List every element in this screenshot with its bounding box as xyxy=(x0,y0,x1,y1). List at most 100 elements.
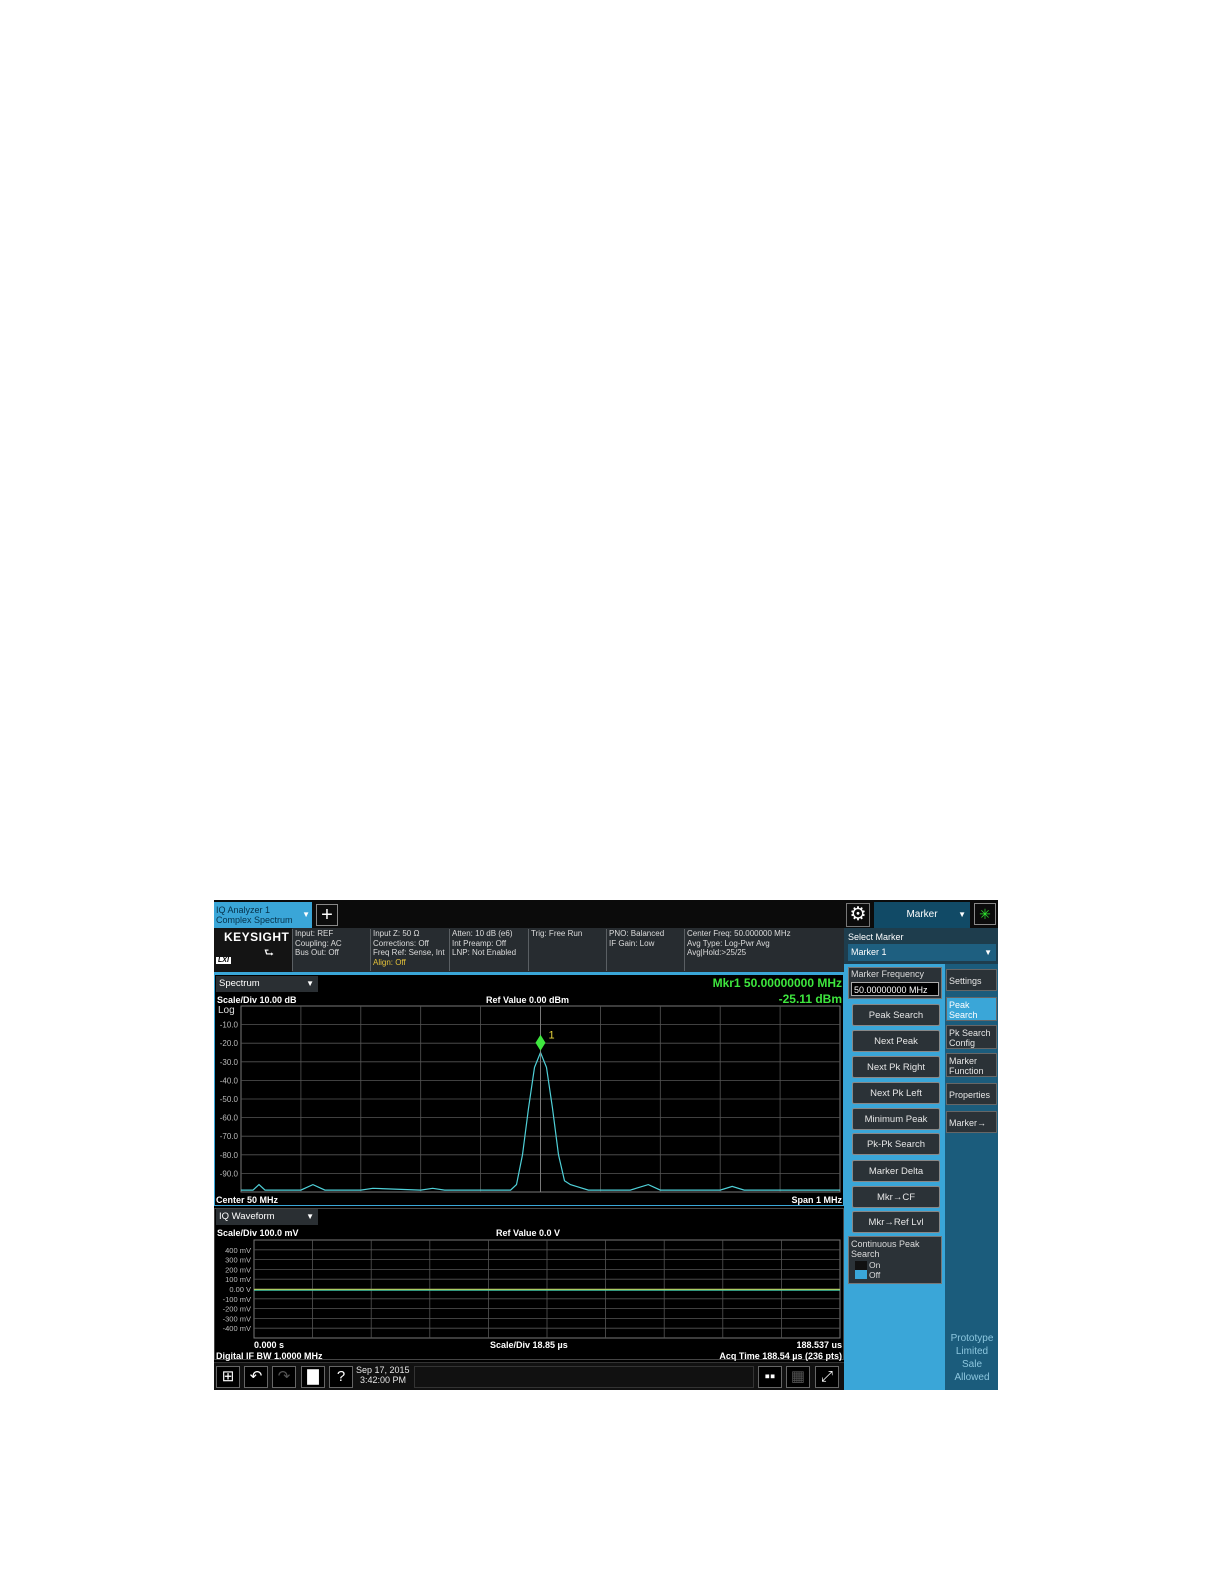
tab-marker-function[interactable]: Marker Function xyxy=(946,1053,997,1077)
menu-select[interactable]: Marker ▼ xyxy=(874,902,970,928)
mkr-cf-button[interactable]: Mkr→CF xyxy=(852,1186,940,1208)
chevron-down-icon: ▼ xyxy=(302,910,310,919)
tab-peak-search[interactable]: Peak Search xyxy=(946,997,997,1021)
spectrum-center: Center 50 MHz xyxy=(216,1195,279,1205)
info-input[interactable]: Input: REF Coupling: AC Bus Out: Off xyxy=(292,929,370,971)
pk-pk-search-button[interactable]: Pk-Pk Search xyxy=(852,1133,940,1155)
tab-title-line1: IQ Analyzer 1 xyxy=(216,905,271,915)
date-time: Sep 17, 2015 3:42:00 PM xyxy=(356,1365,410,1385)
y-tick-label: -40.0 xyxy=(220,1076,239,1085)
info-line: LNP: Not Enabled xyxy=(452,948,517,957)
cps-title-line1: Continuous Peak xyxy=(851,1239,920,1249)
next-pk-right-button[interactable]: Next Pk Right xyxy=(852,1056,940,1078)
waveform-end-time: 188.537 us xyxy=(796,1340,842,1350)
multi-window-icon[interactable]: ▪▪ xyxy=(758,1366,782,1388)
align-status: Align: Off xyxy=(373,957,406,967)
info-line: IF Gain: Low xyxy=(609,938,655,948)
y-tick-label: -30.0 xyxy=(220,1058,239,1067)
remote-icon: ⮑ xyxy=(264,947,274,959)
y-tick-label: -50.0 xyxy=(220,1095,239,1104)
info-pno[interactable]: PNO: Balanced IF Gain: Low xyxy=(606,929,684,971)
continuous-peak-search-toggle[interactable]: Continuous Peak Search On Off xyxy=(848,1236,942,1284)
y-tick-label: 0.00 V xyxy=(229,1285,251,1294)
mkr-ref-lvl-button[interactable]: Mkr→Ref Lvl xyxy=(852,1211,940,1233)
brand-logo: KEYSIGHT xyxy=(224,930,290,944)
cps-off-label[interactable]: Off xyxy=(869,1270,880,1280)
time: 3:42:00 PM xyxy=(360,1375,407,1385)
digital-if-bw: Digital IF BW 1.0000 MHz xyxy=(216,1351,323,1361)
gear-icon[interactable]: ⚙ xyxy=(846,903,870,927)
y-tick-label: -300 mV xyxy=(223,1314,251,1323)
date: Sep 17, 2015 xyxy=(356,1365,410,1375)
info-line: Int Preamp: Off xyxy=(452,938,507,948)
next-pk-left-button[interactable]: Next Pk Left xyxy=(852,1082,940,1104)
spectrum-window-select[interactable]: Spectrum ▼ xyxy=(216,976,318,992)
marker-frequency-readout: Mkr1 50.00000000 MHz xyxy=(712,976,842,990)
select-marker-dropdown[interactable]: Marker 1 ▼ xyxy=(848,944,996,961)
sweep-status-icon[interactable]: ✳ xyxy=(974,903,996,925)
info-line: Center Freq: 50.000000 MHz xyxy=(687,929,791,938)
tab-marker-to[interactable]: Marker→ xyxy=(946,1111,997,1133)
marker-delta-button[interactable]: Marker Delta xyxy=(852,1160,940,1182)
select-marker-label: Select Marker xyxy=(848,932,904,942)
waveform-start-time: 0.000 s xyxy=(254,1340,285,1350)
y-tick-label: 100 mV xyxy=(225,1275,251,1284)
spectrum-plot[interactable]: -10.0 -20.0 -30.0 -40.0 -50.0 -60.0 -70.0 -80.0… xyxy=(214,1005,844,1195)
marker-frequency-input[interactable]: 50.00000000 MHz xyxy=(851,982,939,996)
marker-frequency-control[interactable]: Marker Frequency 50.00000000 MHz xyxy=(848,967,942,999)
fullscreen-icon[interactable]: ⤢ xyxy=(815,1366,839,1388)
taskbar-tray xyxy=(414,1366,754,1388)
next-peak-button[interactable]: Next Peak xyxy=(852,1030,940,1052)
tab-title-line2: Complex Spectrum xyxy=(216,915,293,925)
window-layout-icon[interactable]: ▦ xyxy=(786,1366,810,1388)
window-label: IQ Waveform xyxy=(219,1211,275,1222)
waveform-time-scale: Scale/Div 18.85 µs xyxy=(490,1340,568,1350)
waveform-plot[interactable]: 400 mV300 mV200 mV100 mV0.00 V-100 mV-20… xyxy=(214,1238,844,1340)
y-tick-label: 200 mV xyxy=(225,1265,251,1274)
info-line: Bus Out: Off xyxy=(295,948,339,957)
info-corrections[interactable]: Input Z: 50 Ω Corrections: Off Freq Ref:… xyxy=(370,929,449,971)
y-tick-label: 300 mV xyxy=(225,1256,251,1265)
info-trigger[interactable]: Trig: Free Run xyxy=(528,929,606,971)
info-bar: KEYSIGHT ⮑ LXI Input: REF Coupling: AC B… xyxy=(214,928,844,974)
info-line: Input: REF xyxy=(295,929,334,938)
undo-icon[interactable]: ↶ xyxy=(244,1366,268,1388)
peak-search-button[interactable]: Peak Search xyxy=(852,1004,940,1026)
info-line: PNO: Balanced xyxy=(609,929,665,938)
y-tick-label: -20.0 xyxy=(220,1039,239,1048)
taskbar: ⊞ ↶ ↷ ▇ ? Sep 17, 2015 3:42:00 PM ▪▪ ▦ ⤢ xyxy=(214,1362,844,1390)
redo-icon[interactable]: ↷ xyxy=(272,1366,296,1388)
minimum-peak-button[interactable]: Minimum Peak xyxy=(852,1108,940,1130)
y-tick-label: -10.0 xyxy=(220,1021,239,1030)
plus-icon[interactable]: + xyxy=(316,904,338,926)
acq-time: Acq Time 188.54 µs (236 pts) xyxy=(719,1351,842,1361)
info-center-freq[interactable]: Center Freq: 50.000000 MHz Avg Type: Log… xyxy=(684,929,844,971)
tab-iq-analyzer[interactable]: IQ Analyzer 1 Complex Spectrum ▼ xyxy=(214,902,312,928)
tab-settings[interactable]: Settings xyxy=(946,969,997,991)
spectrum-span: Span 1 MHz xyxy=(791,1195,842,1205)
analyzer-screen: IQ Analyzer 1 Complex Spectrum ▼ + ⚙ Mar… xyxy=(214,900,998,1390)
cps-title: Continuous Peak Search xyxy=(851,1239,920,1259)
folder-icon[interactable]: ▇ xyxy=(301,1366,325,1388)
help-icon[interactable]: ? xyxy=(329,1366,353,1388)
waveform-window-select[interactable]: IQ Waveform ▼ xyxy=(216,1209,318,1225)
marker-frequency-label: Marker Frequency xyxy=(851,969,925,979)
y-tick-label: -90.0 xyxy=(220,1169,239,1178)
info-line: Input Z: 50 Ω xyxy=(373,929,420,938)
window-label: Spectrum xyxy=(219,978,260,989)
windows-icon[interactable]: ⊞ xyxy=(216,1366,240,1388)
proto-line: Allowed xyxy=(954,1372,990,1383)
info-atten[interactable]: Atten: 10 dB (e6) Int Preamp: Off LNP: N… xyxy=(449,929,528,971)
cps-title-line2: Search xyxy=(851,1249,880,1259)
info-line: Avg Type: Log-Pwr Avg xyxy=(687,938,770,948)
info-line: Corrections: Off xyxy=(373,938,429,948)
tab-pk-search-config[interactable]: Pk Search Config xyxy=(946,1025,997,1049)
spectrum-scale-div: Scale/Div 10.00 dB xyxy=(217,995,297,1005)
y-tick-label: 400 mV xyxy=(225,1246,251,1255)
cps-on-label[interactable]: On xyxy=(869,1260,880,1270)
y-tick-label: -100 mV xyxy=(223,1295,251,1304)
select-marker-value: Marker 1 xyxy=(851,947,887,957)
y-tick-label: -60.0 xyxy=(220,1114,239,1123)
tab-properties[interactable]: Properties xyxy=(946,1083,997,1105)
waveform-scale-div: Scale/Div 100.0 mV xyxy=(217,1228,299,1238)
